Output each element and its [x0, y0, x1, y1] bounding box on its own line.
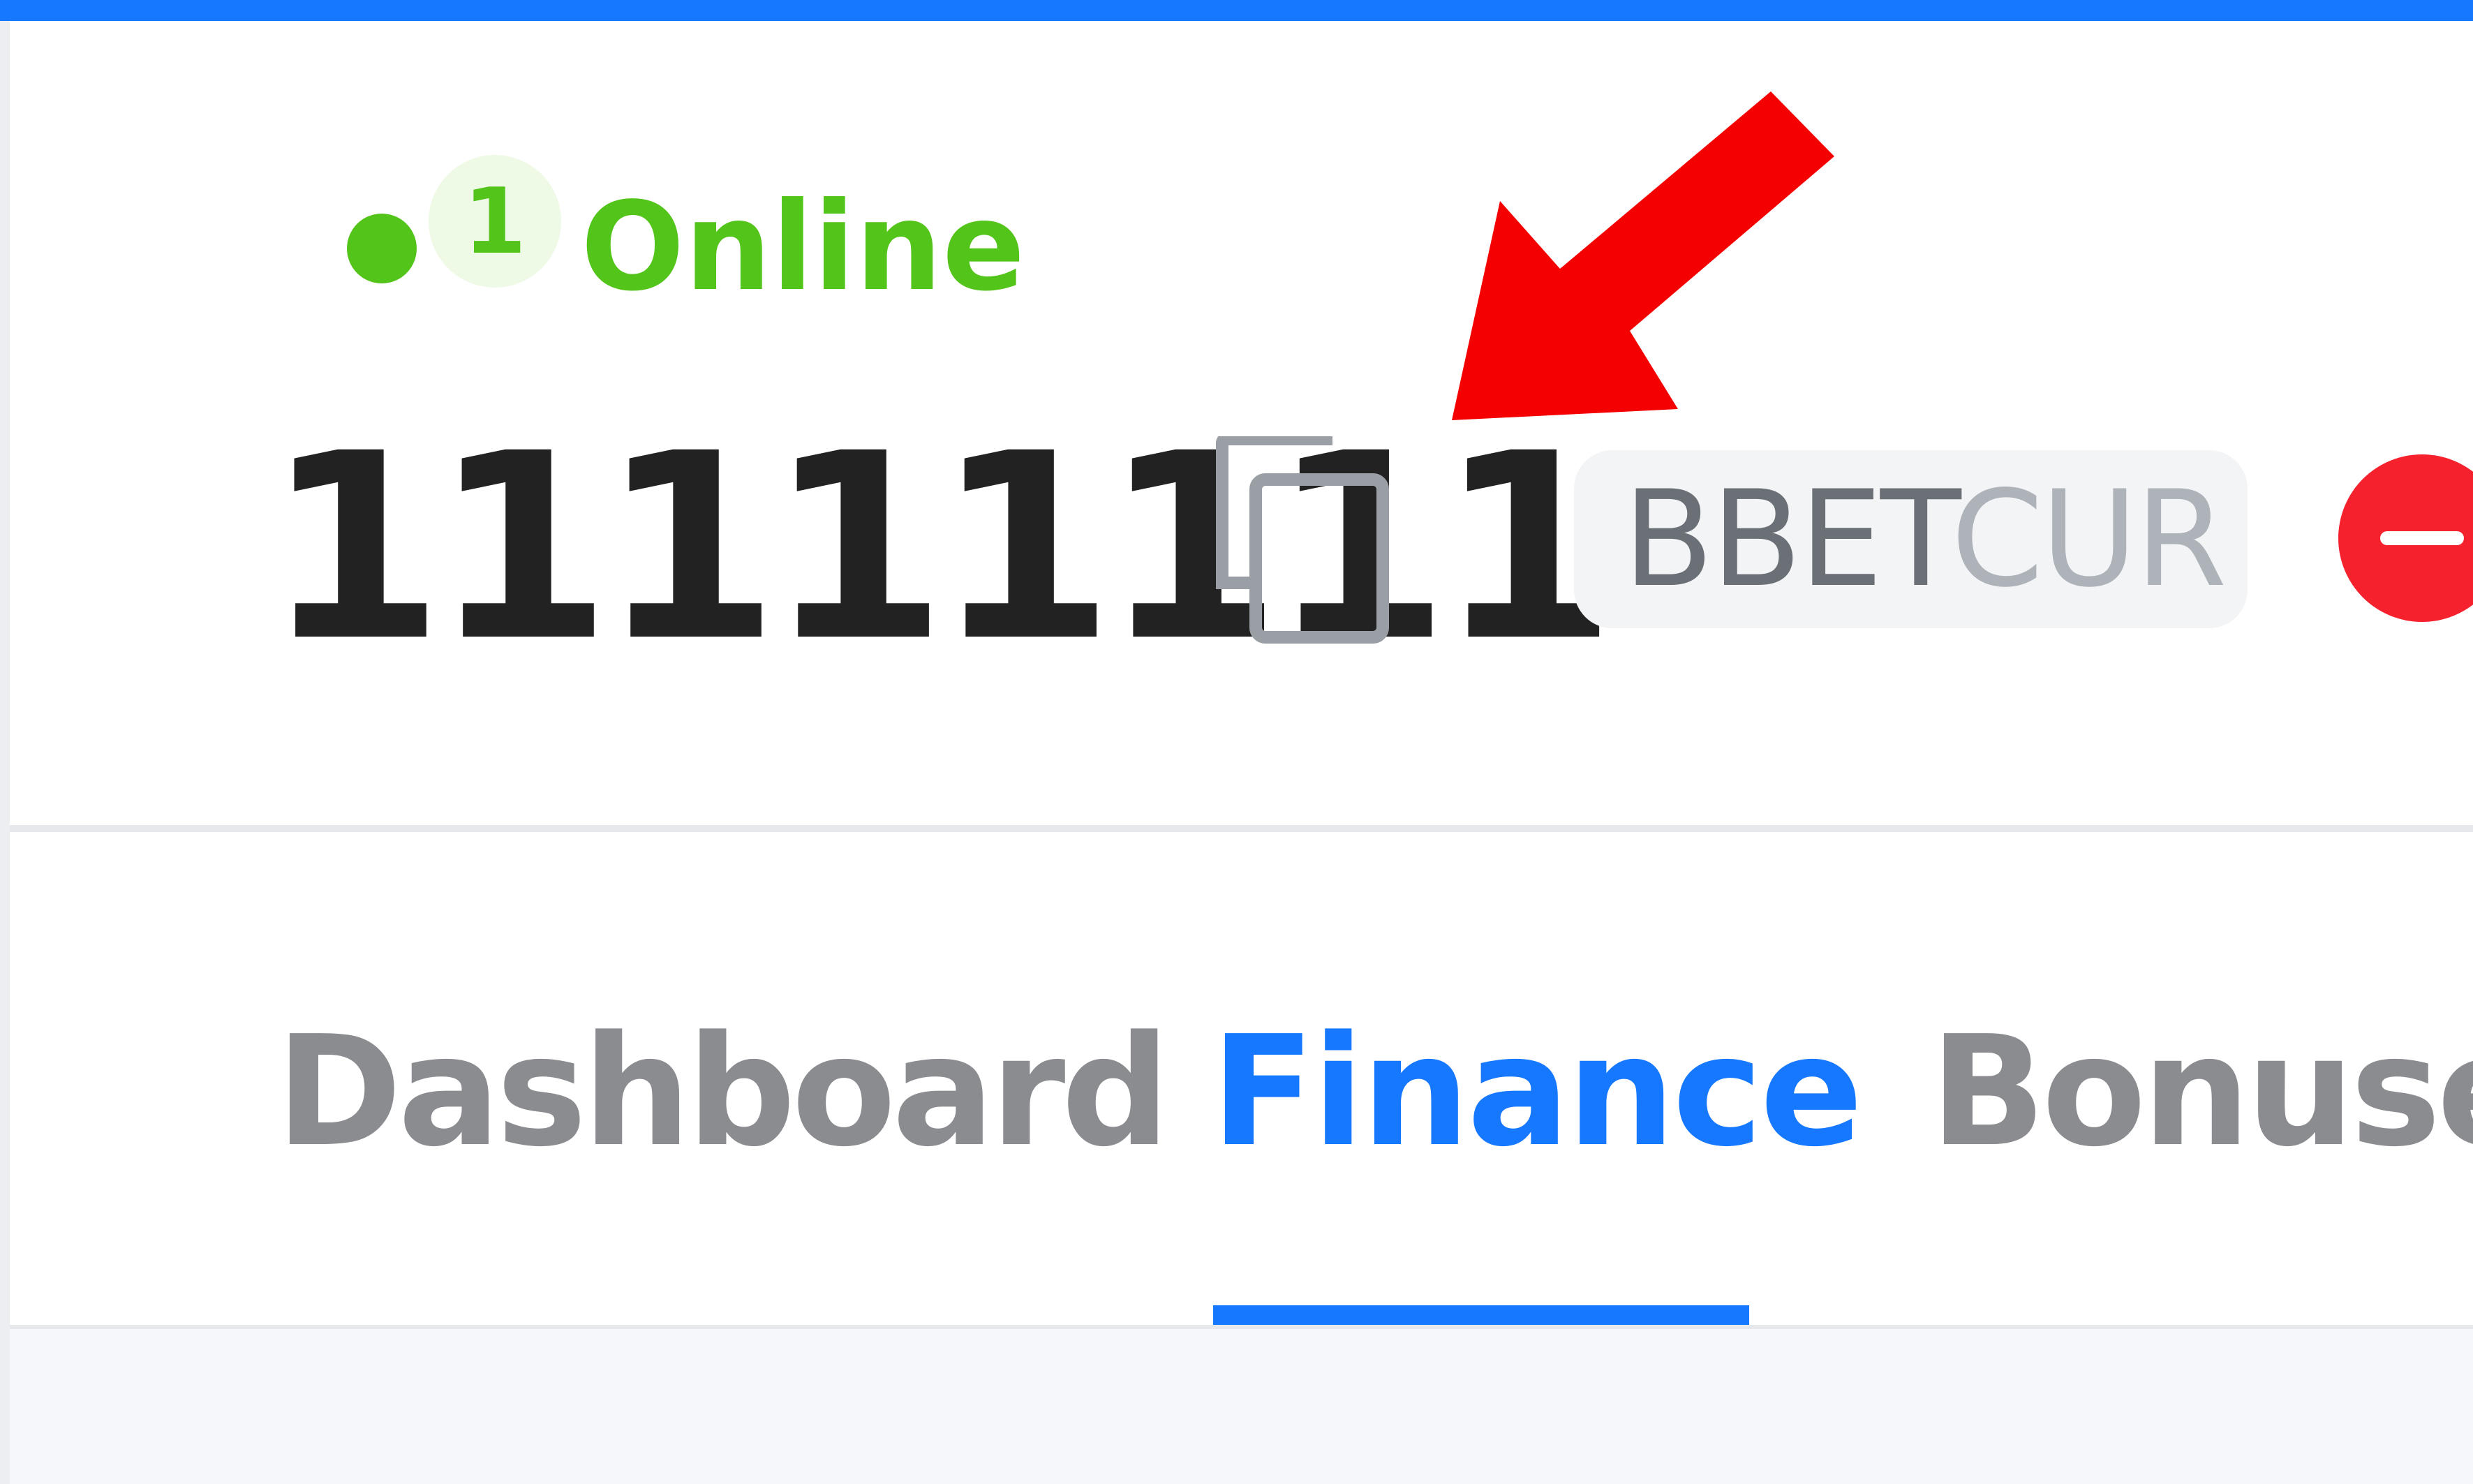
copy-icon[interactable] [1211, 436, 1396, 646]
tab-finance[interactable]: Finance [1211, 1005, 1863, 1180]
online-status-label: Online [581, 177, 1025, 318]
top-accent-bar [0, 0, 2473, 21]
active-tab-indicator [1213, 1305, 1749, 1325]
online-count-badge: 1 [429, 155, 561, 288]
currency-tag-sub: CUR [1951, 462, 2227, 616]
copy-icon-graphic [1216, 436, 1389, 644]
user-id: 11111111 [265, 398, 1617, 697]
minus-icon [2380, 531, 2464, 545]
currency-tag: BBET CUR [1574, 450, 2248, 628]
currency-tag-main: BBET [1623, 462, 1961, 616]
page-root: 1 Online 11111111 BBET CUR Dashboard Fin… [0, 0, 2473, 1484]
tab-bonuses[interactable]: Bonuses [1930, 1005, 2473, 1180]
tab-dashboard[interactable]: Dashboard [276, 1005, 1171, 1180]
content-area [10, 1329, 2473, 1484]
header-divider [10, 825, 2473, 832]
left-border [0, 21, 10, 1484]
online-status-dot [347, 214, 417, 283]
